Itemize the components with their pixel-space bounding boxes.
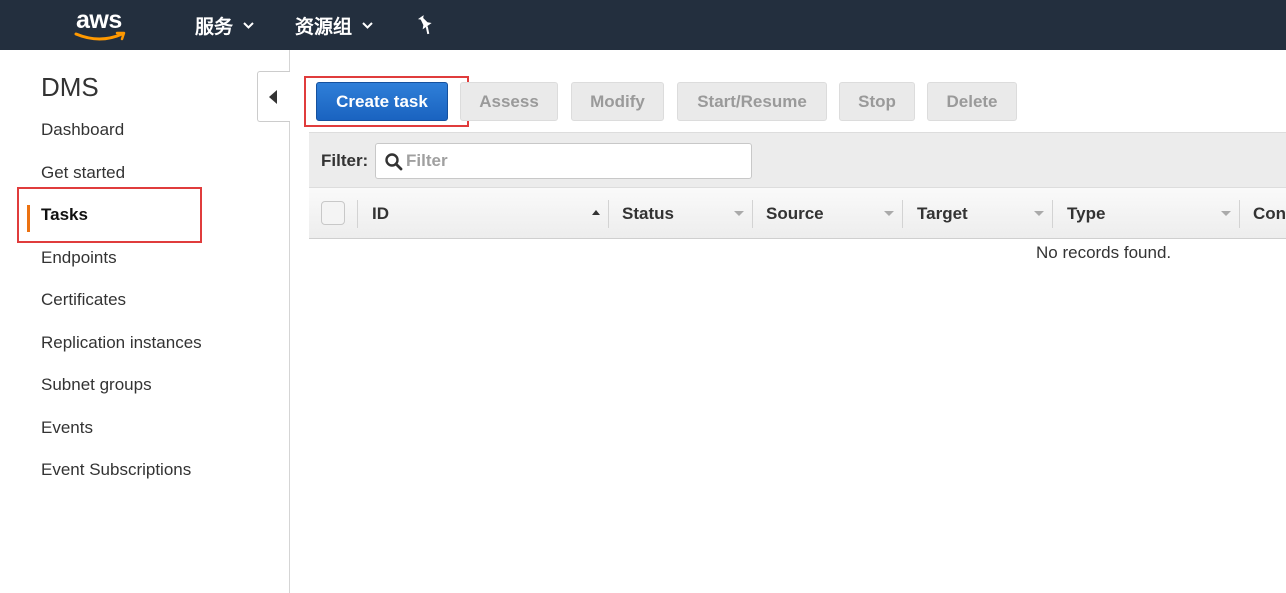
column-header-target[interactable]: Target [917,204,968,224]
sidebar-item-endpoints[interactable]: Endpoints [41,248,117,268]
search-icon [385,153,403,171]
sort-caret-icon[interactable] [884,211,894,216]
sidebar-item-dashboard[interactable]: Dashboard [41,120,124,140]
column-header-source[interactable]: Source [766,204,824,224]
table-header: ID Status Source Target Type Con [309,187,1286,239]
column-header-con[interactable]: Con [1253,204,1286,224]
collapse-sidebar-button[interactable] [257,71,290,122]
resource-groups-menu[interactable]: 资源组 [295,12,373,39]
resource-groups-label: 资源组 [295,17,353,38]
sort-caret-icon[interactable] [1034,211,1044,216]
services-label: 服务 [195,17,234,38]
sidebar: DMS Dashboard Get started Tasks Endpoint… [0,50,290,593]
aws-smile-icon [74,31,126,41]
sort-caret-icon[interactable] [734,211,744,216]
stop-button[interactable]: Stop [839,82,915,121]
delete-button[interactable]: Delete [927,82,1017,121]
sidebar-item-events[interactable]: Events [41,418,93,438]
sidebar-item-replication-instances[interactable]: Replication instances [41,333,202,353]
services-menu[interactable]: 服务 [195,12,254,39]
aws-logo[interactable]: aws [72,6,132,44]
column-header-status[interactable]: Status [622,204,674,224]
top-navigation-bar: aws 服务 资源组 [0,0,1286,50]
sidebar-item-get-started[interactable]: Get started [41,163,125,183]
filter-box[interactable] [375,143,752,179]
sidebar-item-tasks[interactable]: Tasks [41,205,88,225]
create-task-button[interactable]: Create task [316,82,448,121]
sort-caret-icon[interactable] [1221,211,1231,216]
sidebar-title: DMS [41,72,99,102]
chevron-down-icon [243,22,254,29]
column-divider [357,200,358,228]
filter-label: Filter: [321,151,369,170]
sidebar-item-certificates[interactable]: Certificates [41,290,126,310]
modify-button[interactable]: Modify [571,82,664,121]
start-resume-button[interactable]: Start/Resume [677,82,827,121]
column-divider [1239,200,1240,228]
sidebar-item-subnet-groups[interactable]: Subnet groups [41,375,152,395]
pin-icon[interactable] [415,14,435,36]
empty-table-message: No records found. [1036,243,1172,262]
active-indicator [27,205,30,232]
sidebar-item-event-subscriptions[interactable]: Event Subscriptions [41,460,191,480]
column-divider [752,200,753,228]
select-all-checkbox[interactable] [321,201,345,225]
filter-input[interactable] [406,148,746,174]
column-divider [1052,200,1053,228]
column-header-type[interactable]: Type [1067,204,1105,224]
column-header-id[interactable]: ID [372,204,389,224]
chevron-down-icon [362,22,373,29]
column-divider [608,200,609,228]
filter-bar: Filter: [309,132,1286,187]
column-divider [902,200,903,228]
caret-left-icon [269,90,277,104]
assess-button[interactable]: Assess [460,82,558,121]
sort-ascending-icon[interactable] [592,210,600,215]
